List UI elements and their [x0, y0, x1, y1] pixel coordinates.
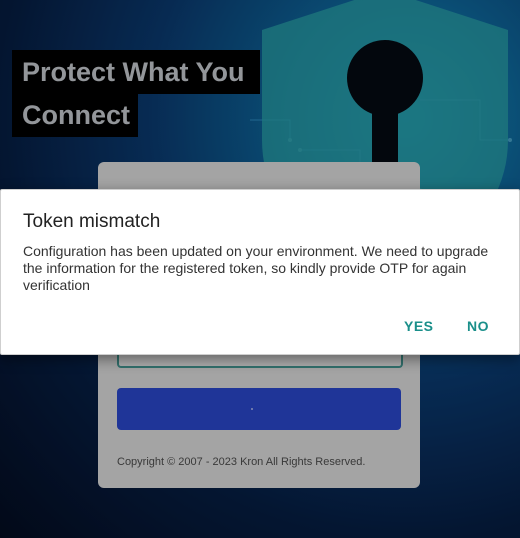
dialog-message: Configuration has been updated on your e…	[23, 243, 489, 293]
token-mismatch-dialog: Token mismatch Configuration has been up…	[0, 189, 520, 355]
yes-button[interactable]: YES	[404, 318, 434, 334]
dialog-title: Token mismatch	[23, 211, 161, 232]
no-button[interactable]: NO	[467, 318, 489, 334]
